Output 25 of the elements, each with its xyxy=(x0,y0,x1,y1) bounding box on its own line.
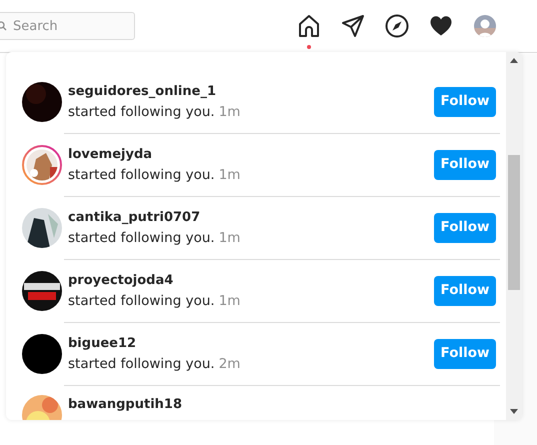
scroll-down-icon[interactable] xyxy=(510,409,518,414)
compass-icon[interactable] xyxy=(385,14,409,38)
notification-text: started following you. xyxy=(68,104,215,120)
username[interactable]: lovemejyda xyxy=(68,144,434,164)
heart-icon[interactable] xyxy=(429,14,453,38)
notification-text: started following you. xyxy=(68,356,215,372)
username[interactable]: cantika_putri0707 xyxy=(68,208,434,226)
search-field[interactable]: Search xyxy=(0,12,135,40)
timestamp: 1m xyxy=(218,292,240,308)
username[interactable]: seguidores_online_1 xyxy=(68,82,434,100)
send-icon[interactable] xyxy=(341,14,365,38)
notification-text: started following you. xyxy=(68,292,215,308)
home-icon[interactable] xyxy=(297,14,321,38)
username[interactable]: proyectojoda4 xyxy=(68,270,434,290)
timestamp: 2m xyxy=(218,356,240,372)
notification-text: started following you. xyxy=(68,230,215,246)
notification-text: started following you. xyxy=(68,166,215,182)
timestamp: 1m xyxy=(218,166,240,182)
username[interactable]: biguee12 xyxy=(68,334,434,352)
timestamp: 1m xyxy=(218,104,240,120)
scrollbar[interactable] xyxy=(506,52,522,420)
scroll-up-icon[interactable] xyxy=(510,58,518,63)
timestamp: 1m xyxy=(218,230,240,246)
scrollbar-thumb[interactable] xyxy=(508,155,520,290)
username[interactable]: bawangputih18 xyxy=(68,395,496,414)
